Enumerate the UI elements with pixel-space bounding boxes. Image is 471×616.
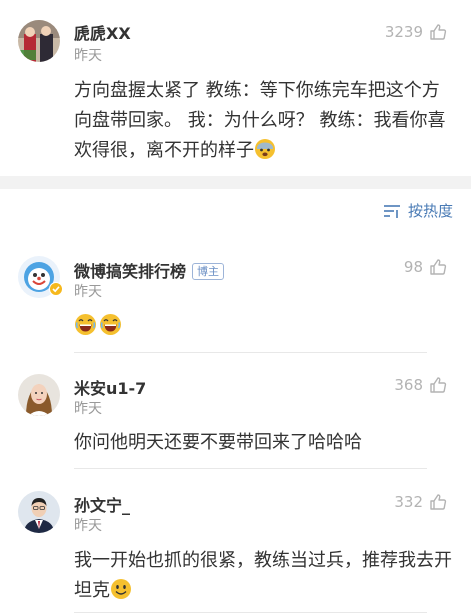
- laughing-emoji: [100, 314, 121, 335]
- username[interactable]: 虒虒XX: [74, 20, 131, 44]
- section-separator: [0, 176, 471, 189]
- like-button[interactable]: 332: [394, 491, 447, 513]
- avatar[interactable]: [18, 491, 60, 533]
- divider: [74, 612, 427, 613]
- timestamp: 昨天: [74, 518, 102, 534]
- username[interactable]: 米安u1-7: [74, 375, 146, 399]
- laughing-emoji: [75, 314, 96, 335]
- sort-label: 按热度: [407, 202, 453, 220]
- like-count: 368: [394, 376, 423, 394]
- avatar[interactable]: [18, 374, 60, 416]
- thumbs-up-icon: [430, 24, 447, 40]
- timestamp: 昨天: [74, 401, 102, 417]
- fearful-face-emoji: [255, 139, 275, 159]
- like-button[interactable]: 3239: [385, 21, 447, 43]
- comment-content: 你问他明天还要不要带回来了哈哈哈: [74, 432, 362, 453]
- like-count: 332: [394, 493, 423, 511]
- divider: [74, 468, 427, 469]
- like-button[interactable]: 98: [404, 256, 447, 278]
- author-badge: 博主: [192, 263, 225, 280]
- username[interactable]: 微博搞笑排行榜 博主: [74, 258, 225, 282]
- comment-content: [74, 313, 122, 336]
- verified-badge-icon: [49, 282, 63, 296]
- timestamp: 昨天: [74, 284, 102, 300]
- sort-by-popularity[interactable]: 按热度: [382, 200, 453, 221]
- smile-emoji: [111, 579, 131, 599]
- thumbs-up-icon: [430, 377, 447, 393]
- post-content: 方向盘握太紧了 教练：等下你练完车把这个方向盘带回家。 我：为什么呀？ 教练：我…: [74, 76, 454, 166]
- sort-icon: [383, 204, 400, 218]
- timestamp: 昨天: [74, 48, 102, 64]
- divider: [74, 352, 427, 353]
- like-count: 98: [403, 258, 423, 276]
- main-post: 虒虒XX 昨天 3239 方向盘握太紧了 教练：等下你练完车把这个方向盘带回家。…: [0, 0, 471, 176]
- like-count: 3239: [384, 23, 423, 41]
- thumbs-up-icon: [430, 494, 447, 510]
- thumbs-up-icon: [430, 259, 447, 275]
- username-text: 微博搞笑排行榜: [74, 262, 187, 281]
- avatar[interactable]: [18, 20, 60, 62]
- username[interactable]: 孙文宁_: [74, 492, 130, 516]
- like-button[interactable]: 368: [394, 374, 447, 396]
- comment-content: 我一开始也抓的很紧，教练当过兵，推荐我去开坦克: [74, 546, 454, 606]
